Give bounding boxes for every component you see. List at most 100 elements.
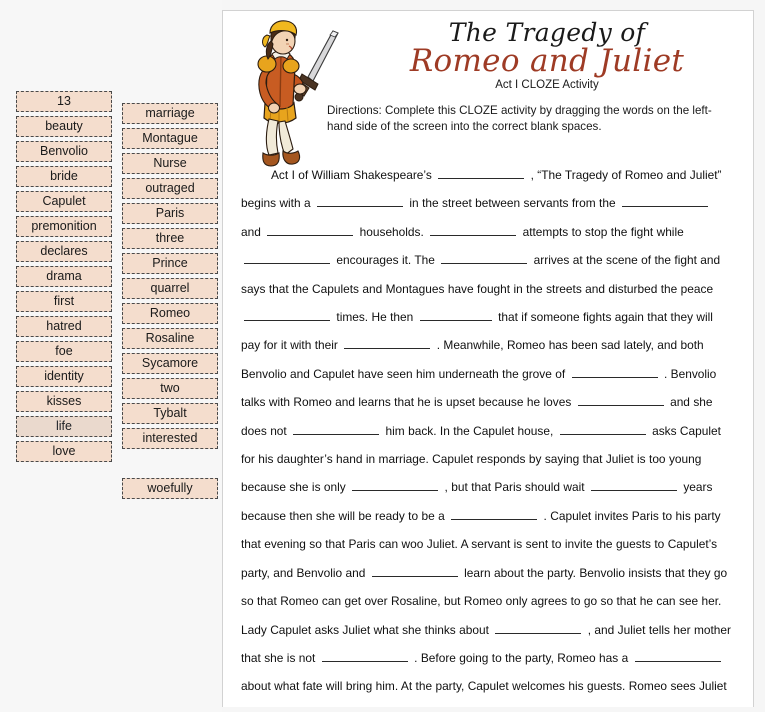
word-tile-paris[interactable]: Paris [122,203,218,224]
cloze-blank-9[interactable] [419,308,492,322]
cloze-blank-5[interactable] [430,223,517,236]
cloze-blank-11[interactable] [571,365,658,378]
word-tile-premonition[interactable]: premonition [16,216,112,237]
passage-text: and [241,224,265,239]
word-tile-interested[interactable]: interested [122,428,218,449]
word-tile-marriage[interactable]: marriage [122,103,218,124]
cloze-blank-14[interactable] [559,422,646,435]
cloze-blank-4[interactable] [267,223,354,236]
word-tile-label: interested [142,431,198,445]
cloze-blank-7[interactable] [441,251,528,265]
word-bank-column-right: marriage Montague Nurse outraged Paris three P… [122,103,218,503]
passage-text: . Before going to the party, Romeo has a [410,650,632,665]
word-tile-love[interactable]: love [16,441,112,462]
title-line-2: Romeo and Juliet [409,43,685,79]
cloze-blank-18[interactable] [371,564,458,577]
word-tile-rosaline[interactable]: Rosaline [122,328,218,349]
word-tile-label: Capulet [42,194,86,208]
word-tile-three[interactable]: three [122,228,218,249]
word-tile-label: Sycamore [141,356,199,370]
word-tile-label: 13 [57,94,71,108]
word-tile-nurse[interactable]: Nurse [122,153,218,174]
passage-text: in the street between servants from the [406,196,619,211]
cloze-blank-23[interactable] [516,706,602,707]
passage-text: Act I of William Shakespeare’s [271,168,436,182]
word-tile-label: Benvolio [40,144,88,158]
cloze-blank-12[interactable] [577,393,664,407]
word-tile-hatred[interactable]: hatred [16,316,112,337]
word-tile-label: outraged [145,181,195,195]
directions-text: Directions: Complete this CLOZE activity… [327,104,712,134]
word-tile-beauty[interactable]: beauty [16,116,112,137]
passage-text: him back. In the Capulet house, [382,423,557,438]
activity-subtitle: Act I CLOZE Activity [495,79,599,92]
passage-text: attempts to stop the fight while [519,224,684,239]
cloze-blank-15[interactable] [352,478,439,492]
word-tile-label: Prince [152,256,188,270]
word-tile-first[interactable]: first [16,291,112,312]
word-tile-woefully[interactable]: woefully [122,478,218,499]
word-tile-label: Montague [142,131,198,145]
word-tile-two[interactable]: two [122,378,218,399]
word-tile-label: Tybalt [153,406,187,420]
word-tile-prince[interactable]: Prince [122,253,218,274]
cloze-passage: Act I of William Shakespeare’s , “The Tr… [237,161,737,707]
word-tile-label: three [155,231,185,245]
word-tile-foe[interactable]: foe [16,341,112,362]
word-tile-label: love [52,444,76,458]
renaissance-swordsman-illustration [257,20,339,167]
passage-text: about what fate will bring him. At the p… [241,679,727,694]
word-tile-label: Nurse [153,156,187,170]
cloze-blank-16[interactable] [590,478,677,492]
word-tile-declares[interactable]: declares [16,241,112,262]
cloze-blank-3[interactable] [621,194,708,208]
word-tile-label: beauty [45,119,83,133]
passage-text: , but that Paris should wait [441,480,588,495]
document-panel: The Tragedy of Romeo and Juliet Act I CL… [222,10,754,707]
word-tile-tybalt[interactable]: Tybalt [122,403,218,424]
word-tile-drama[interactable]: drama [16,266,112,287]
cloze-blank-19[interactable] [495,621,582,634]
passage-text: times. He then [333,310,417,325]
word-tile-label: Romeo [149,306,191,320]
word-tile-label: hatred [46,319,82,333]
word-tile-label: foe [55,344,73,358]
document-header: The Tragedy of Romeo and Juliet Act I CL… [237,17,737,167]
cloze-blank-6[interactable] [244,251,330,265]
cloze-activity-screen: 13 beauty Benvolio bride Capulet premonition d… [0,0,765,712]
word-tile-13[interactable]: 13 [16,91,112,112]
word-tile-label: quarrel [150,281,190,295]
cloze-blank-22[interactable] [281,706,381,707]
word-tile-label: bride [50,169,78,183]
cloze-blank-10[interactable] [344,336,431,350]
word-tile-montague[interactable]: Montague [122,128,218,149]
cloze-blank-2[interactable] [317,194,404,208]
word-tile-romeo[interactable]: Romeo [122,303,218,324]
word-tile-quarrel[interactable]: quarrel [122,278,218,299]
word-tile-label: Paris [155,206,185,220]
passage-text: households. [356,224,428,239]
word-tile-label: drama [46,269,82,283]
cloze-blank-1[interactable] [438,166,525,179]
word-tile-label: Rosaline [145,331,195,345]
cloze-blank-17[interactable] [451,507,538,520]
document-inner: The Tragedy of Romeo and Juliet Act I CL… [223,11,753,707]
word-tile-label: kisses [46,394,82,408]
word-tile-label: marriage [145,106,195,120]
word-tile-label: first [53,294,75,308]
passage-text: encourages it. The [333,253,439,268]
cloze-blank-20[interactable] [321,649,408,662]
word-tile-sycamore[interactable]: Sycamore [122,353,218,374]
word-tile-identity[interactable]: identity [16,366,112,387]
word-tile-capulet[interactable]: Capulet [16,191,112,212]
word-bank-spacer [122,453,218,474]
word-tile-outraged[interactable]: outraged [122,178,218,199]
cloze-blank-13[interactable] [293,422,380,435]
cloze-blank-8[interactable] [244,308,330,322]
word-tile-kisses[interactable]: kisses [16,391,112,412]
cloze-blank-21[interactable] [634,649,721,662]
word-tile-label: identity [44,369,84,383]
word-tile-life[interactable]: life [16,416,112,437]
word-tile-benvolio[interactable]: Benvolio [16,141,112,162]
word-tile-bride[interactable]: bride [16,166,112,187]
